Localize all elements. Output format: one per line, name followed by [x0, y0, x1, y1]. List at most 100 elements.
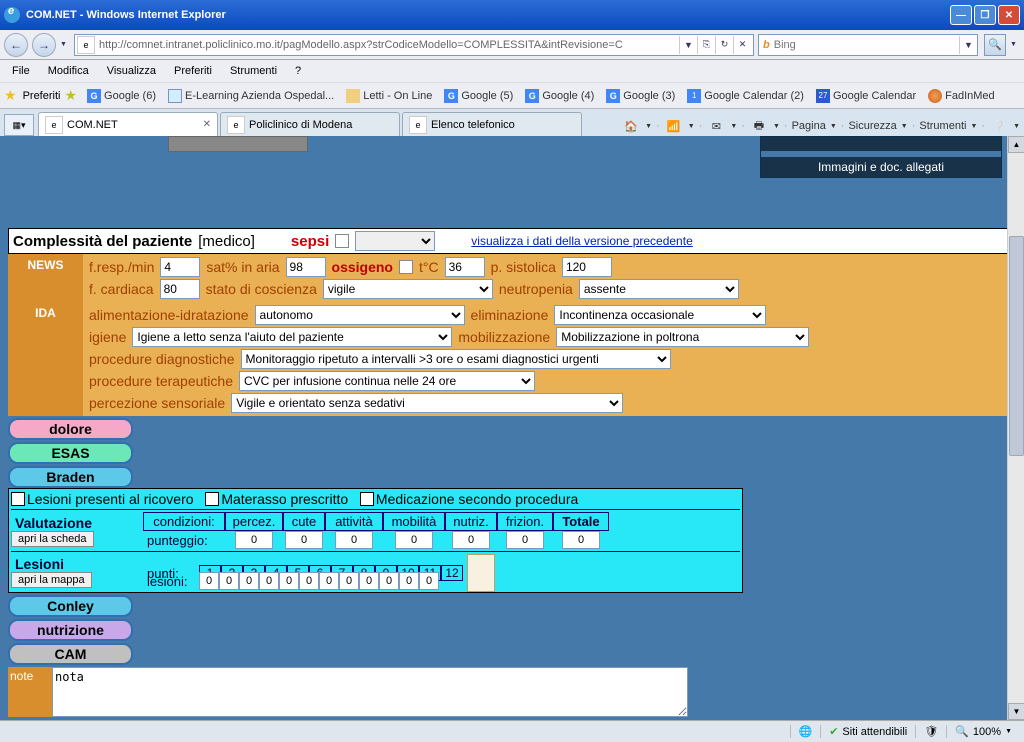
dolore-button[interactable]: dolore [8, 418, 133, 440]
les7[interactable] [319, 572, 339, 590]
coscienza-select[interactable]: vigile [323, 279, 493, 299]
menu-preferiti[interactable]: Preferiti [166, 63, 220, 79]
elim-select[interactable]: Incontinenza occasionale [554, 305, 766, 325]
fav-gcal2[interactable]: 1Google Calendar (2) [683, 87, 808, 105]
ossigeno-checkbox[interactable] [399, 260, 413, 274]
home-icon[interactable]: 🏠 [621, 116, 641, 136]
materasso-checkbox[interactable] [205, 492, 219, 506]
igiene-select[interactable]: Igiene a letto senza l'aiuto del pazient… [132, 327, 452, 347]
fav-gcal[interactable]: 27Google Calendar [812, 87, 920, 105]
scroll-down-button[interactable]: ▼ [1008, 703, 1024, 720]
tab-groups-button[interactable]: ▦▾ [4, 114, 34, 136]
tc-input[interactable] [445, 257, 485, 277]
neutro-select[interactable]: assente [579, 279, 739, 299]
status-protected[interactable]: 🛡 [915, 725, 946, 738]
favorites-star-icon[interactable]: ★ [4, 87, 17, 104]
p-percez[interactable] [235, 531, 273, 549]
close-button[interactable]: ✕ [998, 5, 1020, 25]
help-icon[interactable]: ❔ [989, 116, 1009, 136]
p-attivita[interactable] [335, 531, 373, 549]
refresh-button[interactable]: ↻ [715, 36, 733, 54]
les3[interactable] [239, 572, 259, 590]
mobil-select[interactable]: Mobilizzazione in poltrona [556, 327, 809, 347]
search-go-button[interactable]: 🔍 [984, 34, 1006, 56]
search-dropdown[interactable]: ▼ [959, 36, 977, 54]
minimize-button[interactable]: — [950, 5, 972, 25]
search-box[interactable]: b ▼ [758, 34, 978, 56]
p-totale[interactable] [562, 531, 600, 549]
back-button[interactable]: ← [4, 33, 28, 57]
sepsi-checkbox[interactable] [335, 234, 349, 248]
tab-policlinico[interactable]: e Policlinico di Modena [220, 112, 400, 136]
nutrizione-button[interactable]: nutrizione [8, 619, 133, 641]
procdiag-select[interactable]: Monitoraggio ripetuto a intervalli >3 or… [241, 349, 671, 369]
fav-google4[interactable]: GGoogle (4) [521, 87, 598, 105]
scroll-thumb[interactable] [1009, 236, 1024, 456]
p-nutriz[interactable] [452, 531, 490, 549]
apri-mappa-button[interactable]: apri la mappa [11, 572, 92, 588]
scroll-up-button[interactable]: ▲ [1008, 136, 1024, 153]
vertical-scrollbar[interactable]: ▲ ▼ [1007, 136, 1024, 720]
cam-button[interactable]: CAM [8, 643, 133, 665]
menu-strumenti[interactable]: Strumenti [222, 63, 285, 79]
fav-google5[interactable]: GGoogle (5) [440, 87, 517, 105]
fav-letti[interactable]: Letti - On Line [342, 87, 436, 105]
maximize-button[interactable]: ❐ [974, 5, 996, 25]
les8[interactable] [339, 572, 359, 590]
fcard-input[interactable] [160, 279, 200, 299]
favorites-label[interactable]: Preferiti [23, 90, 61, 102]
sat-input[interactable] [286, 257, 326, 277]
tab-elenco[interactable]: e Elenco telefonico [402, 112, 582, 136]
forward-button[interactable]: → [32, 33, 56, 57]
compat-button[interactable]: ⎘ [697, 36, 715, 54]
nav-history-dropdown[interactable]: ▼ [60, 41, 70, 48]
p-cute[interactable] [285, 531, 323, 549]
les11[interactable] [399, 572, 419, 590]
fresp-input[interactable] [160, 257, 200, 277]
braden-button[interactable]: Braden [8, 466, 133, 488]
procter-select[interactable]: CVC per infusione continua nelle 24 ore [239, 371, 535, 391]
url-dropdown[interactable]: ▼ [679, 36, 697, 54]
esas-button[interactable]: ESAS [8, 442, 133, 464]
fav-fadinmed[interactable]: FadInMed [924, 87, 999, 105]
alim-select[interactable]: autonomo [255, 305, 465, 325]
p-mobilita[interactable] [395, 531, 433, 549]
les2[interactable] [219, 572, 239, 590]
url-input[interactable] [95, 39, 679, 51]
add-favorite-icon[interactable]: ★ [64, 87, 77, 104]
les5[interactable] [279, 572, 299, 590]
menu-strumenti2[interactable]: Strumenti [919, 120, 966, 132]
tab-close-icon[interactable]: ✕ [203, 119, 211, 130]
address-bar[interactable]: e ▼ ⎘ ↻ ✕ [74, 34, 754, 56]
les12[interactable] [419, 572, 439, 590]
search-input[interactable] [774, 39, 959, 51]
feeds-icon[interactable]: 📶 [664, 116, 684, 136]
status-zoom[interactable]: 🔍100% ▼ [946, 725, 1020, 738]
menu-modifica[interactable]: Modifica [40, 63, 97, 79]
prev-version-link[interactable]: visualizza i dati della versione precede… [471, 234, 692, 248]
les6[interactable] [299, 572, 319, 590]
sepsi-select[interactable] [355, 231, 435, 251]
les9[interactable] [359, 572, 379, 590]
menu-sicurezza[interactable]: Sicurezza [848, 120, 896, 132]
medicazione-checkbox[interactable] [360, 492, 374, 506]
menu-pagina[interactable]: Pagina [792, 120, 826, 132]
apri-scheda-button[interactable]: apri la scheda [11, 531, 94, 547]
lesioni-ricovero-checkbox[interactable] [11, 492, 25, 506]
psist-input[interactable] [562, 257, 612, 277]
print-icon[interactable]: 🖶 [749, 116, 769, 136]
body-map-icon[interactable] [467, 554, 495, 592]
images-docs-banner[interactable]: Immagini e doc. allegati [761, 157, 1001, 177]
mail-icon[interactable]: ✉ [706, 116, 726, 136]
note-textarea[interactable] [52, 667, 688, 717]
les10[interactable] [379, 572, 399, 590]
les1[interactable] [199, 572, 219, 590]
les4[interactable] [259, 572, 279, 590]
fav-google6[interactable]: GGoogle (6) [83, 87, 160, 105]
menu-file[interactable]: File [4, 63, 38, 79]
menu-visualizza[interactable]: Visualizza [99, 63, 164, 79]
percez-select[interactable]: Vigile e orientato senza sedativi [231, 393, 623, 413]
p-frizion[interactable] [506, 531, 544, 549]
fav-google3[interactable]: GGoogle (3) [602, 87, 679, 105]
stop-button[interactable]: ✕ [733, 36, 751, 54]
